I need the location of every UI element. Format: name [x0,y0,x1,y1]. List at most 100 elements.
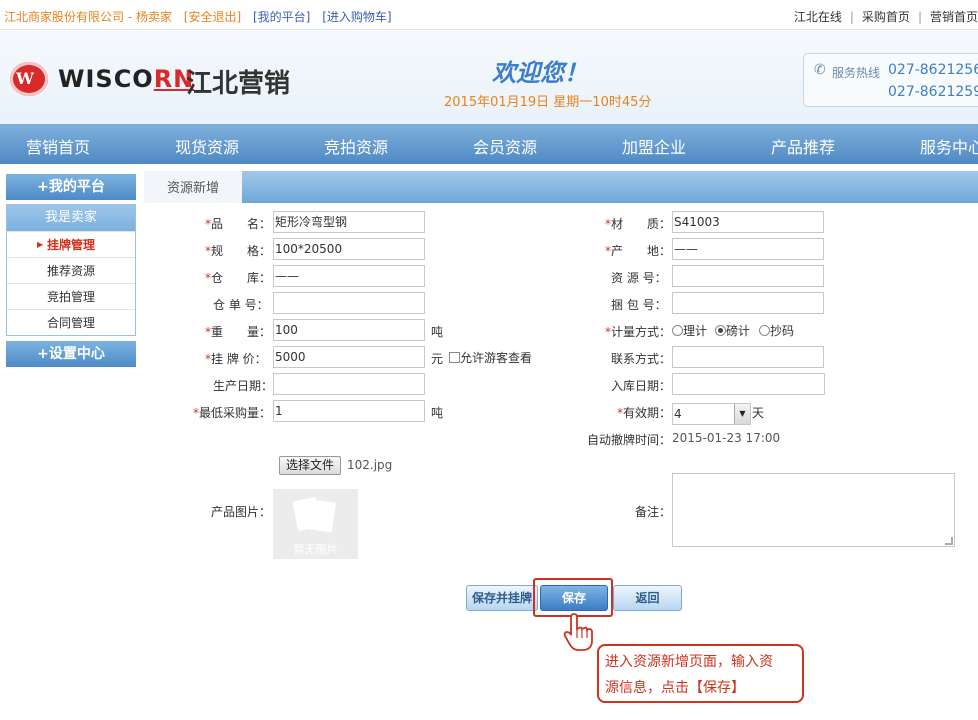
cart-link[interactable]: [进入购物车] [322,10,391,24]
price-input[interactable]: 5000 [273,346,425,368]
auto-remove-value: 2015-01-23 17:00 [672,431,781,445]
chevron-down-icon[interactable]: ▼ [734,404,750,424]
storage-date-label: 入库日期： [611,379,672,393]
purchase-home-link[interactable]: 采购首页 [862,10,910,24]
sidebar-item-auction[interactable]: 竞拍管理 [7,283,135,309]
weight-unit: 吨 [431,325,444,339]
current-datetime: 2015年01月19日 星期一10时45分 [444,95,652,110]
logout-link[interactable]: [安全退出] [184,10,241,24]
sidebar-seller-box: 我是卖家 ▶ 挂牌管理 推荐资源 竞拍管理 合同管理 [6,204,136,336]
marketing-home-link[interactable]: 营销首页 [930,10,978,24]
validity-label: *有效期： [617,406,672,420]
measure-pound-option[interactable]: 磅计 [715,322,750,339]
instruction-callout: 进入资源新增页面，输入资 源信息，点击【保存】 [597,644,804,703]
top-bar-right: 江北在线 | 采购首页 | 营销首页 [793,10,978,24]
bundle-no-label: 捆 包 号： [611,298,667,312]
contact-input[interactable] [672,346,824,368]
guest-view-checkbox[interactable] [449,352,460,363]
product-name-label: *品 名： [205,217,272,231]
min-purchase-unit: 吨 [431,406,444,420]
resize-grip-icon[interactable] [945,537,953,545]
production-date-label: 生产日期： [213,379,274,393]
back-button[interactable]: 返回 [613,585,682,611]
nav-member-resources[interactable]: 会员资源 [473,134,537,158]
top-bar: 江北商家股份有限公司 - 杨卖家 [安全退出] [我的平台] [进入购物车] 江… [0,0,978,30]
hotline-box: ✆ 服务热线 027-86212566 027-86212599 [803,53,978,107]
no-image-text: 暂无图片 [293,543,338,556]
save-and-list-button[interactable]: 保存并挂牌 [466,585,538,611]
product-name-input[interactable]: 矩形冷弯型钢 [273,211,425,233]
validity-select[interactable]: 4 ▼ [672,403,751,425]
hotline-number-1: 027-86212566 [888,62,978,78]
callout-line-2: 源信息，点击【保存】 [605,680,745,696]
auto-remove-label: 自动撤牌时间： [587,433,672,447]
sidebar-seller-header[interactable]: 我是卖家 [7,205,135,231]
warehouse-label: *仓 库： [205,271,272,285]
material-input[interactable]: S41003 [672,211,824,233]
logo-english: WISCORN [58,65,195,93]
phone-icon: ✆ [814,62,826,78]
logo-badge-icon: W [10,62,48,96]
contact-label: 联系方式： [611,352,672,366]
measure-theoretical-radio[interactable] [672,325,683,336]
top-bar-left: 江北商家股份有限公司 - 杨卖家 [安全退出] [我的平台] [进入购物车] [4,8,392,25]
measure-code-radio[interactable] [759,325,770,336]
nav-auction-resources[interactable]: 竞拍资源 [324,134,388,158]
remarks-textarea[interactable] [672,473,955,547]
nav-spot-resources[interactable]: 现货资源 [175,134,239,158]
material-label: *材 质： [605,217,672,231]
product-image-label: 产品图片： [211,505,272,519]
jiangbei-online-link[interactable]: 江北在线 [794,10,842,24]
measure-code-option[interactable]: 抄码 [759,322,794,339]
production-date-input[interactable] [273,373,425,395]
triangle-right-icon: ▶ [37,240,44,249]
file-name: 102.jpg [347,458,393,472]
measure-pound-radio[interactable] [715,325,726,336]
tab-resource-add[interactable]: 资源新增 [144,171,242,203]
validity-value: 4 [674,407,682,421]
resource-no-input[interactable] [672,265,824,287]
spec-label: *规 格： [205,244,272,258]
hand-pointer-icon [563,613,593,651]
sidebar-item-listing[interactable]: ▶ 挂牌管理 [7,231,135,257]
main-nav: 营销首页 现货资源 竞拍资源 会员资源 加盟企业 产品推荐 服务中心 [0,124,978,164]
logo-chinese: 江北营销 [186,69,291,99]
guest-view-option[interactable]: 允许游客查看 [449,349,532,366]
content-tab-bar: 资源新增 [144,171,978,203]
choose-file-button[interactable]: 选择文件 [279,456,341,475]
weight-label: *重 量： [205,325,272,339]
nav-product-recommend[interactable]: 产品推荐 [771,134,835,158]
price-unit: 元 [431,352,444,366]
resource-no-label: 资 源 号： [611,271,667,285]
warehouse-input[interactable]: —— [273,265,425,287]
welcome-text: 欢迎您！ [492,59,588,87]
weight-input[interactable]: 100 [273,319,425,341]
nav-franchise[interactable]: 加盟企业 [622,134,686,158]
callout-line-1: 进入资源新增页面，输入资 [605,654,773,670]
hotline-label: 服务热线 [832,66,881,80]
storage-date-input[interactable] [672,373,825,395]
sidebar-settings[interactable]: +设置中心 [6,341,136,367]
spec-input[interactable]: 100*20500 [273,238,425,260]
price-label: *挂 牌 价： [205,352,267,366]
logo[interactable]: W WISCORN 江北营销 [10,59,300,99]
company-user-text: 江北商家股份有限公司 - 杨卖家 [4,10,172,24]
min-purchase-label: *最低采购量： [193,406,272,420]
measure-theoretical-option[interactable]: 理计 [672,322,707,339]
measure-method-label: *计量方式： [605,325,672,339]
sidebar-item-recommend[interactable]: 推荐资源 [7,257,135,283]
warrant-no-input[interactable] [273,292,425,314]
warrant-no-label: 仓 单 号： [213,298,269,312]
nav-marketing-home[interactable]: 营销首页 [26,134,90,158]
bundle-no-input[interactable] [672,292,824,314]
hotline-number-2: 027-86212599 [888,84,978,100]
remarks-label: 备注： [635,505,672,519]
my-platform-link[interactable]: [我的平台] [253,10,310,24]
origin-input[interactable]: —— [672,238,824,260]
sidebar-my-platform[interactable]: +我的平台 [6,174,136,200]
min-purchase-input[interactable]: 1 [273,400,425,422]
validity-unit: 天 [752,406,765,420]
origin-label: *产 地： [605,244,672,258]
nav-service-center[interactable]: 服务中心 [920,134,978,158]
sidebar-item-contract[interactable]: 合同管理 [7,309,135,335]
